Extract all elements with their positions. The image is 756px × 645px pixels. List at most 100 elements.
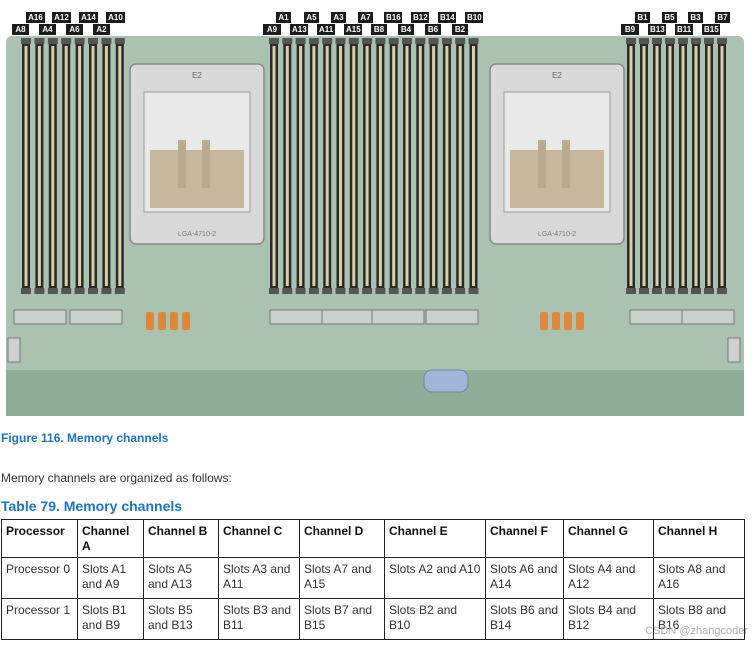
board-connector xyxy=(681,309,735,325)
dimm-clip xyxy=(652,38,662,44)
slot-label: A16 xyxy=(26,12,45,23)
dimm-clip xyxy=(639,288,649,294)
board-connector xyxy=(269,309,323,325)
dimm-clip xyxy=(626,288,636,294)
slot-label: B9 xyxy=(621,24,639,35)
board-edge xyxy=(6,370,744,416)
dimm-slot-latch xyxy=(272,46,276,286)
board-connector xyxy=(321,309,375,325)
socket-marking: LGA-4710-2 xyxy=(538,231,576,238)
dimm-slot-latch xyxy=(445,46,449,286)
dimm-clip xyxy=(362,38,373,44)
dimm-slot-latch xyxy=(339,46,342,286)
cpu-socket-pad xyxy=(150,150,244,208)
table-cell: Slots A2 and A10 xyxy=(384,557,486,599)
board-connector xyxy=(371,309,425,325)
dimm-clip xyxy=(455,288,466,294)
table-cell: Slots B1 and B9 xyxy=(77,598,144,640)
dimm-clip xyxy=(21,38,31,44)
cpu-socket-rib xyxy=(562,140,570,188)
header-channel-b: Channel B xyxy=(143,519,219,558)
slot-label: B12 xyxy=(411,12,429,23)
table-cell: Slots A8 and A16 xyxy=(653,557,745,599)
dimm-clip xyxy=(88,288,98,294)
dimm-clip xyxy=(114,38,125,44)
figure-caption: Figure 116. Memory channels xyxy=(1,431,169,445)
slot-label: A10 xyxy=(106,12,125,23)
dimm-slot-latch xyxy=(458,46,462,286)
dimm-clip xyxy=(47,38,58,44)
board-clip xyxy=(727,337,741,363)
dimm-clip xyxy=(626,38,636,44)
dimm-slot-latch xyxy=(299,46,303,286)
slot-label: A11 xyxy=(317,24,335,35)
table-cell: Slots B7 and B15 xyxy=(299,598,385,640)
dimm-clip xyxy=(47,288,58,294)
dimm-clip xyxy=(468,38,479,44)
slot-label: B5 xyxy=(662,12,677,23)
dimm-clip xyxy=(652,288,662,294)
table-header-row: Processor Channel A Channel B Channel C … xyxy=(1,519,745,558)
dimm-clip xyxy=(348,288,359,294)
dimm-slot-latch xyxy=(91,46,95,286)
dimm-clip xyxy=(295,38,306,44)
dimm-slot-latch xyxy=(285,46,289,286)
slot-label: B7 xyxy=(715,12,730,23)
header-channel-c: Channel C xyxy=(218,519,300,558)
cpu-socket-rib xyxy=(202,140,210,188)
dimm-slot-latch xyxy=(405,46,409,286)
header-channel-d: Channel D xyxy=(299,519,385,558)
capacitor xyxy=(564,312,572,330)
slot-label: B2 xyxy=(452,24,468,35)
memory-channels-table: Processor Channel A Channel B Channel C … xyxy=(1,519,745,640)
slot-label: B3 xyxy=(688,12,703,23)
table-cell: Slots A5 and A13 xyxy=(143,557,219,599)
dimm-clip xyxy=(269,288,279,294)
dimm-slot-latch xyxy=(694,46,698,286)
dimm-clip xyxy=(88,38,98,44)
dimm-clip xyxy=(388,38,399,44)
dimm-clip xyxy=(34,288,45,294)
dimm-clip xyxy=(717,38,727,44)
capacitor xyxy=(576,312,584,330)
dimm-slot-latch xyxy=(378,46,382,286)
dimm-slot-latch xyxy=(37,46,41,286)
slot-label: A14 xyxy=(79,12,98,23)
table-cell: Slots B2 and B10 xyxy=(384,598,486,640)
table-cell: Slots A3 and A11 xyxy=(218,557,300,599)
slot-label: B4 xyxy=(398,24,414,35)
header-channel-g: Channel G xyxy=(563,519,654,558)
slot-label: B16 xyxy=(384,12,402,23)
slot-label: B13 xyxy=(648,24,666,35)
motherboard-illustration: E2 LGA-4710-2 E2 LGA-4710-2 xyxy=(6,36,744,416)
dimm-slot-latch xyxy=(51,46,55,286)
dimm-clip xyxy=(415,38,426,44)
board-connector xyxy=(69,309,123,325)
socket-label: E2 xyxy=(192,71,202,80)
motherboard-figure: E2 LGA-4710-2 E2 LGA-4710-2 A16 A12 A14 A10 A8 A… xyxy=(0,0,748,422)
slot-label: B6 xyxy=(425,24,441,35)
dimm-slot-latch xyxy=(104,46,108,286)
slot-label: B15 xyxy=(702,24,720,35)
dimm-clip xyxy=(375,38,386,44)
dimm-slot-latch xyxy=(655,46,659,286)
slot-label: A15 xyxy=(344,24,362,35)
dimm-clip xyxy=(269,38,279,44)
dimm-clip xyxy=(428,288,439,294)
cpu-socket-pad xyxy=(510,150,604,208)
dimm-slot-latch xyxy=(312,46,316,286)
slot-label: A1 xyxy=(276,12,291,23)
dimm-slot-latch xyxy=(418,46,422,286)
intro-text: Memory channels are organized as follows… xyxy=(1,471,232,485)
dimm-clip xyxy=(388,288,399,294)
board-connector xyxy=(13,309,67,325)
header-channel-f: Channel F xyxy=(485,519,564,558)
dimm-slot-latch xyxy=(629,46,633,286)
dimm-clip xyxy=(691,288,701,294)
dimm-clip xyxy=(74,288,85,294)
dimm-clip xyxy=(335,38,346,44)
header-processor: Processor xyxy=(1,519,78,558)
dimm-clip xyxy=(428,38,439,44)
capacitor xyxy=(552,312,560,330)
dimm-clip xyxy=(114,288,125,294)
